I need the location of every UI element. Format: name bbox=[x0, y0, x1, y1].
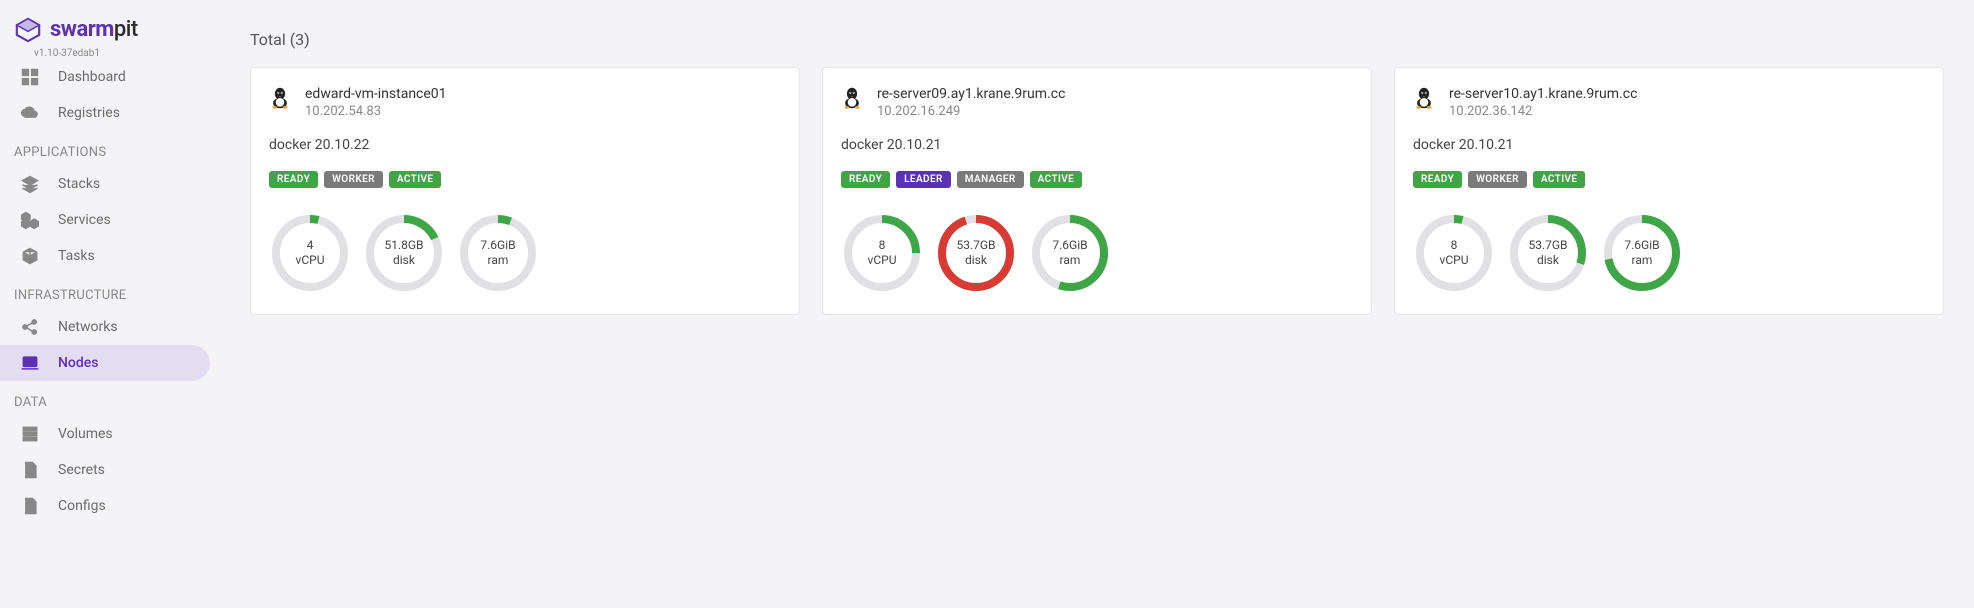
badge-leader: LEADER bbox=[896, 171, 951, 188]
badge-ready: READY bbox=[1413, 171, 1462, 188]
section-title: INFRASTRUCTURE bbox=[0, 274, 220, 309]
gauge-value: 7.6GiB bbox=[1624, 238, 1659, 253]
sidebar-item-registries[interactable]: Registries bbox=[0, 95, 210, 131]
node-name: re-server09.ay1.krane.9rum.cc bbox=[877, 86, 1065, 102]
node-ip: 10.202.16.249 bbox=[877, 104, 1065, 119]
gauges: 8vCPU 53.7GBdisk 7.6GiBram bbox=[1413, 212, 1925, 294]
badge-ready: READY bbox=[269, 171, 318, 188]
gauge-disk: 53.7GBdisk bbox=[935, 212, 1017, 294]
sidebar-item-volumes[interactable]: Volumes bbox=[0, 416, 210, 452]
sidebar-item-services[interactable]: Services bbox=[0, 202, 210, 238]
gauge-value: 7.6GiB bbox=[480, 238, 515, 253]
node-card[interactable]: re-server10.ay1.krane.9rum.cc 10.202.36.… bbox=[1394, 67, 1944, 315]
gauge-unit: ram bbox=[1052, 253, 1087, 268]
sidebar-item-label: Services bbox=[58, 212, 111, 228]
total-count: Total (3) bbox=[250, 30, 1944, 49]
linux-icon bbox=[1413, 86, 1435, 110]
node-name: edward-vm-instance01 bbox=[305, 86, 447, 102]
sidebar-item-nodes[interactable]: Nodes bbox=[0, 345, 210, 381]
gauge-value: 51.8GB bbox=[384, 238, 423, 253]
sidebar-item-label: Volumes bbox=[58, 426, 113, 442]
sidebar-item-secrets[interactable]: Secrets bbox=[0, 452, 210, 488]
gauge-unit: ram bbox=[480, 253, 515, 268]
sidebar-item-configs[interactable]: Configs bbox=[0, 488, 210, 524]
gauge-vCPU: 4vCPU bbox=[269, 212, 351, 294]
sidebar-item-label: Registries bbox=[58, 105, 120, 121]
badges: READY WORKER ACTIVE bbox=[1413, 171, 1925, 188]
grid-icon bbox=[20, 67, 40, 87]
badges: READY WORKER ACTIVE bbox=[269, 171, 781, 188]
gauge-vCPU: 8vCPU bbox=[1413, 212, 1495, 294]
gauge-value: 8 bbox=[1440, 238, 1469, 253]
linux-icon bbox=[841, 86, 863, 110]
gauges: 8vCPU 53.7GBdisk 7.6GiBram bbox=[841, 212, 1353, 294]
share-icon bbox=[20, 317, 40, 337]
gauge-ram: 7.6GiBram bbox=[457, 212, 539, 294]
sidebar: swarmpit v1.10-37edab1 Dashboard Registri… bbox=[0, 0, 220, 608]
node-card[interactable]: re-server09.ay1.krane.9rum.cc 10.202.16.… bbox=[822, 67, 1372, 315]
sidebar-item-label: Nodes bbox=[58, 355, 98, 371]
laptop-icon bbox=[20, 353, 40, 373]
sidebar-item-tasks[interactable]: Tasks bbox=[0, 238, 210, 274]
main-content: Total (3) edward-vm-instance01 10.202.54… bbox=[220, 0, 1974, 608]
swarmpit-logo-icon bbox=[14, 16, 42, 44]
gauge-unit: vCPU bbox=[296, 253, 325, 268]
sidebar-item-label: Secrets bbox=[58, 462, 105, 478]
gauge-unit: vCPU bbox=[1440, 253, 1469, 268]
sidebar-item-label: Dashboard bbox=[58, 69, 126, 85]
gauges: 4vCPU 51.8GBdisk 7.6GiBram bbox=[269, 212, 781, 294]
gauge-value: 53.7GB bbox=[956, 238, 995, 253]
gauge-ram: 7.6GiBram bbox=[1029, 212, 1111, 294]
node-ip: 10.202.36.142 bbox=[1449, 104, 1637, 119]
section-title: DATA bbox=[0, 381, 220, 416]
app-version: v1.10-37edab1 bbox=[34, 48, 220, 59]
gauge-value: 7.6GiB bbox=[1052, 238, 1087, 253]
storage-icon bbox=[20, 424, 40, 444]
node-name: re-server10.ay1.krane.9rum.cc bbox=[1449, 86, 1637, 102]
badge-manager: MANAGER bbox=[957, 171, 1024, 188]
logo-text: swarmpit bbox=[50, 19, 138, 41]
sidebar-item-label: Configs bbox=[58, 498, 106, 514]
gauge-disk: 51.8GBdisk bbox=[363, 212, 445, 294]
badge-ready: READY bbox=[841, 171, 890, 188]
node-card[interactable]: edward-vm-instance01 10.202.54.83 docker… bbox=[250, 67, 800, 315]
badge-active: ACTIVE bbox=[1030, 171, 1083, 188]
layers-icon bbox=[20, 174, 40, 194]
gauge-unit: ram bbox=[1624, 253, 1659, 268]
sidebar-item-stacks[interactable]: Stacks bbox=[0, 166, 210, 202]
docker-version: docker 20.10.22 bbox=[269, 137, 781, 153]
logo[interactable]: swarmpit bbox=[0, 12, 220, 50]
section-title: APPLICATIONS bbox=[0, 131, 220, 166]
linux-icon bbox=[269, 86, 291, 110]
gauge-unit: disk bbox=[956, 253, 995, 268]
sidebar-item-networks[interactable]: Networks bbox=[0, 309, 210, 345]
file-gear-icon bbox=[20, 496, 40, 516]
gauge-unit: disk bbox=[384, 253, 423, 268]
docker-version: docker 20.10.21 bbox=[841, 137, 1353, 153]
gauge-unit: vCPU bbox=[868, 253, 897, 268]
badge-worker: WORKER bbox=[1468, 171, 1527, 188]
cloud-icon bbox=[20, 103, 40, 123]
gauge-vCPU: 8vCPU bbox=[841, 212, 923, 294]
gauge-value: 8 bbox=[868, 238, 897, 253]
gauge-value: 4 bbox=[296, 238, 325, 253]
gauge-disk: 53.7GBdisk bbox=[1507, 212, 1589, 294]
sidebar-item-label: Networks bbox=[58, 319, 118, 335]
cubes-icon bbox=[20, 210, 40, 230]
cube-icon bbox=[20, 246, 40, 266]
node-ip: 10.202.54.83 bbox=[305, 104, 447, 119]
badge-active: ACTIVE bbox=[389, 171, 442, 188]
badges: READY LEADER MANAGER ACTIVE bbox=[841, 171, 1353, 188]
node-cards: edward-vm-instance01 10.202.54.83 docker… bbox=[250, 67, 1944, 315]
sidebar-item-label: Tasks bbox=[58, 248, 95, 264]
badge-active: ACTIVE bbox=[1533, 171, 1586, 188]
docker-version: docker 20.10.21 bbox=[1413, 137, 1925, 153]
sidebar-item-dashboard[interactable]: Dashboard bbox=[0, 59, 210, 95]
gauge-unit: disk bbox=[1528, 253, 1567, 268]
gauge-ram: 7.6GiBram bbox=[1601, 212, 1683, 294]
file-key-icon bbox=[20, 460, 40, 480]
badge-worker: WORKER bbox=[324, 171, 383, 188]
gauge-value: 53.7GB bbox=[1528, 238, 1567, 253]
sidebar-item-label: Stacks bbox=[58, 176, 100, 192]
